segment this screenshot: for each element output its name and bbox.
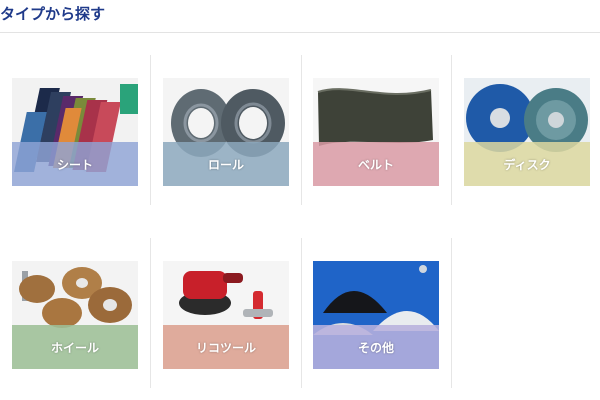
category-label: ベルト [357,157,394,172]
category-label: ディスク [503,157,551,172]
grid-divider [150,55,151,205]
grid-divider [451,238,452,388]
category-label-band: その他 [313,325,439,369]
grid-divider [301,55,302,205]
grid-divider [150,238,151,388]
category-card-sheet[interactable]: シート [12,78,138,186]
category-card-wheel[interactable]: ホイール [12,261,138,369]
title-divider [0,32,600,33]
category-label: ロール [207,157,244,172]
category-label: リコツール [195,340,256,355]
grid-divider [301,238,302,388]
category-card-belt[interactable]: ベルト [313,78,439,186]
category-label: ホイール [50,340,99,355]
category-label-band: ディスク [464,142,590,186]
category-label-band: ホイール [12,325,138,369]
category-label-band: ベルト [313,142,439,186]
page-title: タイプから探す [0,5,106,23]
category-card-roll[interactable]: ロール [163,78,289,186]
category-card-other[interactable]: その他 [313,261,439,369]
category-label: シート [56,157,93,172]
category-label: その他 [357,340,394,355]
category-label-band: リコツール [163,325,289,369]
category-label-band: ロール [163,142,289,186]
category-card-tool[interactable]: リコツール [163,261,289,369]
grid-divider [451,55,452,205]
category-label-band: シート [12,142,138,186]
category-card-disc[interactable]: ディスク [464,78,590,186]
